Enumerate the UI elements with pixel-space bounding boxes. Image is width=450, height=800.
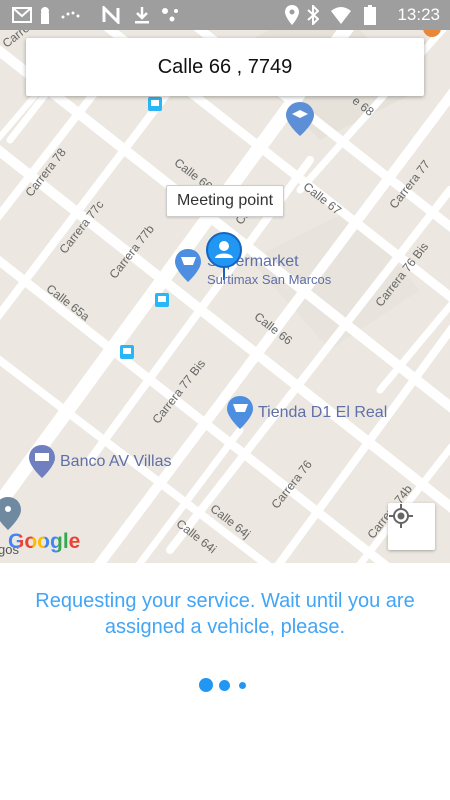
gmail-icon [12, 4, 32, 26]
n-icon [102, 4, 120, 26]
request-status-message: Requesting your service. Wait until you … [35, 590, 415, 638]
google-logo-text: Google [8, 530, 81, 553]
dots-icon [60, 4, 82, 26]
loading-dot [239, 682, 246, 689]
my-location-button[interactable] [388, 503, 435, 550]
lock-icon [38, 4, 52, 26]
poi-tienda-label[interactable]: Tienda D1 El Real [258, 404, 387, 422]
meeting-point-tooltip: Meeting point [166, 185, 284, 217]
battery-icon [364, 4, 376, 26]
meeting-point-marker[interactable] [206, 232, 242, 268]
status-bar: 13:23 [0, 0, 450, 30]
poi-supermarket-sublabel[interactable]: Surtimax San Marcos [207, 272, 331, 287]
poi-banco-label[interactable]: Banco AV Villas [60, 453, 171, 471]
google-logo: Google [8, 530, 80, 554]
meeting-point-label: Meeting point [176, 192, 274, 209]
person-icon [215, 241, 233, 258]
download-icon [134, 4, 150, 26]
address-text: Calle 66 , 7749 [157, 55, 293, 78]
loading-dot [199, 678, 213, 692]
loading-indicator [199, 678, 259, 694]
status-time: 13:23 [397, 5, 440, 24]
address-search-bar[interactable]: Calle 66 , 7749 [26, 38, 424, 96]
location-icon [284, 4, 300, 26]
map-view[interactable]: Carrera 80 Carrera 78 Carrera 77c Carrer… [0, 30, 450, 563]
crosshair-icon [389, 504, 413, 528]
loading-dot [219, 680, 230, 691]
bluetooth-icon [306, 4, 320, 26]
wifi-icon [330, 4, 352, 26]
bus-stop-icon [148, 97, 162, 111]
assistant-icon [160, 4, 182, 26]
